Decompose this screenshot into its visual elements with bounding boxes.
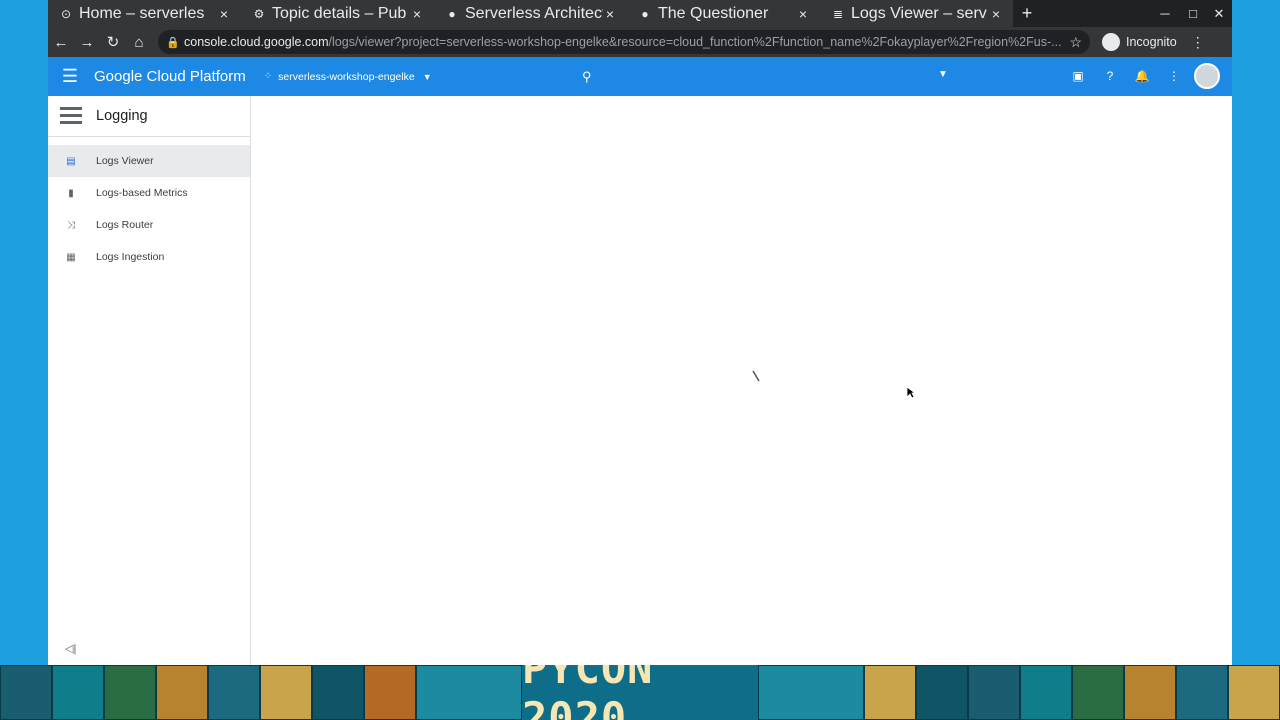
gcp-header: ☰ Google Cloud Platform ⁘ serverless-wor… [48, 57, 1232, 96]
chevron-down-icon: ▼ [422, 71, 432, 82]
help-icon[interactable]: ? [1102, 68, 1118, 84]
sidebar-title: Logging [96, 108, 148, 124]
logging-icon: ≣ [832, 6, 844, 21]
close-icon[interactable]: × [989, 6, 1003, 22]
close-icon[interactable]: × [796, 6, 810, 22]
busy-indicator-icon [752, 370, 760, 382]
close-icon[interactable]: × [410, 6, 424, 22]
search-dropdown-icon[interactable]: ▼ [938, 69, 948, 80]
cursor-icon [906, 386, 916, 399]
main-content [251, 96, 1232, 665]
hamburger-menu-icon[interactable]: ☰ [48, 66, 92, 87]
home-button[interactable]: ⌂ [126, 29, 152, 55]
bookmark-star-icon[interactable]: ☆ [1069, 34, 1082, 51]
incognito-label: Incognito [1126, 35, 1177, 49]
project-selector[interactable]: ⁘ serverless-workshop-engelke ▼ [264, 71, 432, 83]
banner-tile [104, 665, 156, 720]
tab-the-questioner[interactable]: ● The Questioner × [627, 0, 820, 27]
router-icon: ⤨ [67, 219, 75, 231]
incognito-indicator[interactable]: Incognito [1102, 33, 1177, 51]
banner-tile [260, 665, 312, 720]
tab-home[interactable]: ⊙ Home – serverles × [48, 0, 241, 27]
minimize-button[interactable]: ─ [1152, 0, 1178, 27]
banner-tile [156, 665, 208, 720]
url-host: console.cloud.google.com [184, 35, 329, 49]
tab-logs-viewer[interactable]: ≣ Logs Viewer – serv × [820, 0, 1013, 27]
sidebar-item-label: Logs Ingestion [96, 251, 165, 263]
metrics-icon: ▮ [68, 187, 74, 199]
project-name: serverless-workshop-engelke [278, 70, 415, 83]
banner-tile [916, 665, 968, 720]
sidebar-item-logs-router[interactable]: ⤨ Logs Router [48, 209, 250, 241]
banner-tile [1176, 665, 1228, 720]
maximize-button[interactable]: □ [1180, 0, 1206, 27]
globe-icon: ⊙ [60, 6, 72, 21]
tab-title: Logs Viewer – serv [851, 4, 987, 22]
tab-title: Topic details – Pub [272, 4, 407, 22]
logging-icon [60, 106, 82, 126]
close-icon[interactable]: × [217, 6, 231, 22]
sidebar-item-label: Logs Router [96, 219, 154, 231]
back-button[interactable]: ← [48, 29, 74, 55]
banner-tile [208, 665, 260, 720]
avatar[interactable] [1194, 63, 1220, 89]
ingestion-icon: ▦ [66, 251, 76, 263]
tab-strip: ⊙ Home – serverles × ⚙ Topic details – P… [48, 0, 1232, 27]
sidebar-header: Logging [48, 96, 250, 137]
pubsub-icon: ⚙ [253, 6, 265, 21]
forward-button[interactable]: → [74, 29, 100, 55]
window-close-button[interactable]: ✕ [1206, 0, 1232, 27]
sidebar-item-label: Logs-based Metrics [96, 187, 188, 199]
logging-sidebar: Logging ▤ Logs Viewer ▮ Logs-based Metri… [48, 96, 251, 665]
url-bar[interactable]: 🔒 console.cloud.google.com/logs/viewer?p… [158, 30, 1090, 54]
url-path: /logs/viewer?project=serverless-workshop… [328, 35, 1062, 49]
tab-title: Home – serverles [79, 4, 205, 22]
close-icon[interactable]: × [603, 6, 617, 22]
pycon-banner: PYCON 2020 [0, 665, 1280, 720]
tab-serverless-architecture[interactable]: ● Serverless Architecture × [434, 0, 627, 27]
incognito-icon [1102, 33, 1120, 51]
banner-tile [312, 665, 364, 720]
lock-icon: 🔒 [166, 36, 180, 49]
reload-button[interactable]: ↻ [100, 29, 126, 55]
sidebar-item-label: Logs Viewer [96, 155, 154, 167]
search-icon[interactable]: ⚲ [582, 69, 592, 85]
banner-tile [416, 665, 522, 720]
address-bar-row: ← → ↻ ⌂ 🔒 console.cloud.google.com/logs/… [48, 27, 1232, 57]
banner-tile [0, 665, 52, 720]
chrome-menu-icon[interactable]: ⋮ [1191, 34, 1205, 51]
tab-title: The Questioner [658, 4, 769, 22]
banner-tile [1124, 665, 1176, 720]
banner-tile [758, 665, 864, 720]
project-icon: ⁘ [263, 71, 273, 82]
url-text: console.cloud.google.com/logs/viewer?pro… [184, 35, 1061, 49]
logs-viewer-icon: ▤ [66, 155, 76, 167]
tab-title: Serverless Architecture [465, 4, 603, 22]
banner-tile [968, 665, 1020, 720]
notifications-icon[interactable]: 🔔 [1134, 68, 1150, 84]
sidebar-item-logs-viewer[interactable]: ▤ Logs Viewer [48, 145, 250, 177]
banner-tile [364, 665, 416, 720]
gcp-brand[interactable]: Google Cloud Platform [94, 68, 246, 85]
banner-tile [1072, 665, 1124, 720]
browser-window: ⊙ Home – serverles × ⚙ Topic details – P… [48, 0, 1232, 665]
banner-tile [52, 665, 104, 720]
tab-topic-details[interactable]: ⚙ Topic details – Pub × [241, 0, 434, 27]
globe-icon: ● [448, 6, 456, 21]
sidebar-item-logs-ingestion[interactable]: ▦ Logs Ingestion [48, 241, 250, 273]
banner-tile [1228, 665, 1280, 720]
collapse-sidebar-icon[interactable]: ◁| [65, 642, 76, 655]
pycon-logo-text: PYCON 2020 [522, 665, 758, 720]
globe-icon: ● [641, 6, 649, 21]
banner-tile [1020, 665, 1072, 720]
banner-tile [864, 665, 916, 720]
more-options-icon[interactable]: ⋮ [1166, 68, 1182, 84]
new-tab-button[interactable]: + [1013, 0, 1041, 27]
cloud-shell-icon[interactable]: ▣ [1070, 68, 1086, 84]
sidebar-item-logs-based-metrics[interactable]: ▮ Logs-based Metrics [48, 177, 250, 209]
